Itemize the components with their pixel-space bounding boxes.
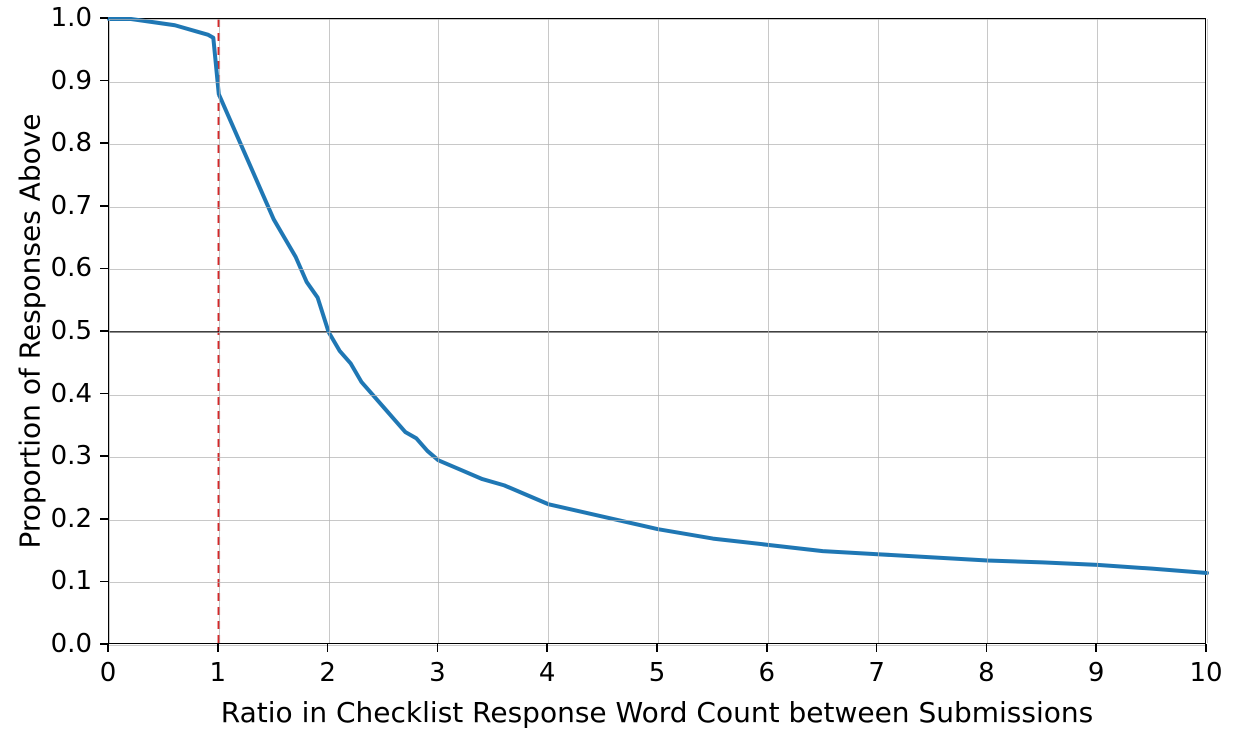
y-tick-label: 0.1	[51, 566, 92, 596]
x-tick-mark	[217, 644, 219, 652]
x-tick-mark	[986, 644, 988, 652]
grid-line-horizontal	[109, 457, 1205, 458]
grid-line-vertical	[987, 19, 988, 643]
grid-line-horizontal	[109, 582, 1205, 583]
x-tick-label: 0	[100, 658, 117, 688]
y-tick-mark	[100, 205, 108, 207]
y-tick-label: 0.8	[51, 128, 92, 158]
x-tick-mark	[546, 644, 548, 652]
y-tick-mark	[100, 581, 108, 583]
x-tick-mark	[1095, 644, 1097, 652]
grid-line-horizontal	[109, 144, 1205, 145]
y-tick-mark	[100, 455, 108, 457]
y-tick-mark	[100, 393, 108, 395]
grid-line-horizontal	[109, 269, 1205, 270]
grid-line-vertical	[438, 19, 439, 643]
x-tick-label: 10	[1189, 658, 1222, 688]
y-tick-label: 0.9	[51, 66, 92, 96]
x-tick-label: 8	[978, 658, 995, 688]
y-tick-mark	[100, 518, 108, 520]
grid-line-vertical	[219, 19, 220, 643]
grid-line-horizontal	[109, 19, 1205, 20]
y-tick-mark	[100, 643, 108, 645]
grid-line-vertical	[768, 19, 769, 643]
grid-line-horizontal	[109, 520, 1205, 521]
plot-area	[108, 18, 1206, 644]
grid-line-vertical	[548, 19, 549, 643]
grid-line-horizontal	[109, 82, 1205, 83]
x-tick-label: 2	[319, 658, 336, 688]
figure: Ratio in Checklist Response Word Count b…	[0, 0, 1234, 736]
y-tick-mark	[100, 142, 108, 144]
x-tick-mark	[876, 644, 878, 652]
x-tick-label: 6	[759, 658, 776, 688]
y-tick-mark	[100, 268, 108, 270]
y-tick-mark	[100, 17, 108, 19]
y-axis-label: Proportion of Responses Above	[14, 113, 47, 548]
grid-line-horizontal	[109, 395, 1205, 396]
y-tick-mark	[100, 330, 108, 332]
x-tick-label: 9	[1088, 658, 1105, 688]
y-tick-label: 0.4	[51, 379, 92, 409]
x-tick-label: 7	[868, 658, 885, 688]
grid-line-vertical	[109, 19, 110, 643]
x-axis-label: Ratio in Checklist Response Word Count b…	[221, 696, 1093, 729]
y-tick-label: 0.0	[51, 629, 92, 659]
y-tick-label: 0.5	[51, 316, 92, 346]
grid-line-vertical	[1207, 19, 1208, 643]
grid-line-vertical	[329, 19, 330, 643]
x-tick-label: 3	[429, 658, 446, 688]
grid-line-horizontal	[109, 332, 1205, 333]
x-tick-mark	[327, 644, 329, 652]
x-tick-mark	[437, 644, 439, 652]
x-tick-label: 5	[649, 658, 666, 688]
y-tick-label: 0.6	[51, 253, 92, 283]
x-tick-mark	[766, 644, 768, 652]
y-tick-label: 1.0	[51, 3, 92, 33]
x-tick-label: 4	[539, 658, 556, 688]
grid-line-horizontal	[109, 207, 1205, 208]
x-tick-mark	[107, 644, 109, 652]
grid-line-vertical	[1097, 19, 1098, 643]
x-tick-mark	[656, 644, 658, 652]
x-tick-mark	[1205, 644, 1207, 652]
x-tick-label: 1	[210, 658, 227, 688]
y-tick-label: 0.7	[51, 191, 92, 221]
y-tick-mark	[100, 80, 108, 82]
y-tick-label: 0.3	[51, 441, 92, 471]
y-tick-label: 0.2	[51, 504, 92, 534]
grid-line-vertical	[658, 19, 659, 643]
grid-line-vertical	[878, 19, 879, 643]
